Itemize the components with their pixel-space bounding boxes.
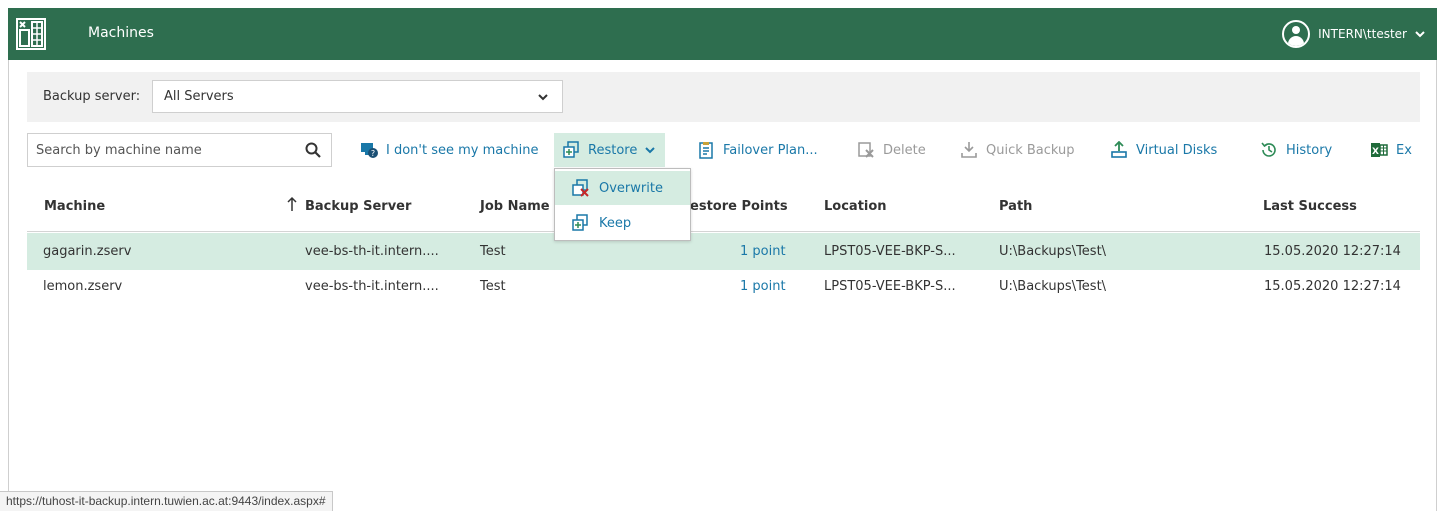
delete-button[interactable]: Delete (857, 133, 926, 167)
machine-help-icon: ? (361, 143, 378, 158)
cell-machine: lemon.zserv (43, 279, 123, 294)
failover-plan-button[interactable]: Failover Plan... (697, 133, 818, 167)
backup-server-label: Backup server: (43, 89, 141, 104)
cell-last-success: 15.05.2020 12:27:14 (1264, 244, 1401, 259)
page-title: Machines (88, 25, 154, 41)
chevron-down-icon (1415, 31, 1425, 38)
failover-plan-label: Failover Plan... (723, 142, 818, 158)
excel-icon: X (1371, 143, 1388, 157)
table-row[interactable]: lemon.zserv vee-bs-th-it.intern.... Test… (27, 268, 1420, 305)
dont-see-machine-label: I don't see my machine (386, 142, 539, 158)
restore-menu: Overwrite Keep (554, 168, 691, 241)
cell-machine: gagarin.zserv (43, 244, 132, 259)
cell-job-name: Test (480, 279, 506, 294)
cell-path: U:\Backups\Test\ (999, 279, 1107, 294)
virtual-disks-label: Virtual Disks (1136, 142, 1218, 158)
cell-path: U:\Backups\Test\ (999, 244, 1107, 259)
cell-location: LPST05-VEE-BKP-S... (824, 279, 956, 294)
cell-last-success: 15.05.2020 12:27:14 (1264, 279, 1401, 294)
column-header-path[interactable]: Path (999, 199, 1032, 214)
restore-menu-item-overwrite[interactable]: Overwrite (555, 171, 690, 205)
restore-button[interactable]: Restore (554, 133, 666, 167)
keep-icon (572, 214, 588, 231)
search-icon[interactable] (305, 142, 321, 158)
dont-see-machine-button[interactable]: ? I don't see my machine (360, 133, 538, 167)
cell-restore-points-link[interactable]: 1 point (740, 279, 786, 294)
backup-server-select[interactable]: All Servers (152, 80, 563, 113)
user-menu[interactable]: INTERN\ttester (1282, 20, 1425, 48)
quick-backup-label: Quick Backup (986, 142, 1075, 158)
chevron-down-icon (645, 147, 656, 154)
cell-job-name: Test (480, 244, 506, 259)
restore-menu-item-keep[interactable]: Keep (555, 206, 690, 240)
search-input[interactable] (28, 134, 298, 166)
overwrite-label: Overwrite (599, 180, 663, 196)
delete-label: Delete (883, 142, 926, 158)
column-header-restore-points[interactable]: Restore Points (680, 199, 788, 214)
svg-text:X: X (1372, 147, 1379, 157)
svg-text:?: ? (371, 149, 375, 158)
cell-backup-server: vee-bs-th-it.intern.... (305, 279, 439, 294)
search-box (27, 133, 332, 167)
chevron-down-icon (538, 94, 548, 101)
export-label: Ex (1396, 142, 1412, 158)
upload-icon (1111, 141, 1127, 158)
app-logo-icon (16, 18, 46, 50)
backup-server-value: All Servers (164, 89, 234, 104)
cell-backup-server: vee-bs-th-it.intern.... (305, 244, 439, 259)
virtual-disks-button[interactable]: Virtual Disks (1110, 133, 1217, 167)
app-header: Machines INTERN\ttester (8, 8, 1437, 60)
history-icon (1261, 142, 1276, 157)
column-header-job-name[interactable]: Job Name (480, 199, 550, 214)
browser-status-url: https://tuhost-it-backup.intern.tuwien.a… (0, 491, 333, 511)
column-header-last-success[interactable]: Last Success (1263, 199, 1357, 214)
restore-label: Restore (588, 142, 638, 158)
restore-icon (563, 141, 579, 158)
user-name: INTERN\ttester (1318, 27, 1407, 41)
download-icon (961, 142, 977, 158)
clipboard-icon (699, 142, 713, 159)
user-avatar-icon (1282, 20, 1311, 48)
export-button[interactable]: X Ex (1370, 133, 1420, 167)
quick-backup-button[interactable]: Quick Backup (960, 133, 1075, 167)
column-header-backup-server[interactable]: Backup Server (305, 199, 411, 214)
cell-location: LPST05-VEE-BKP-S... (824, 244, 956, 259)
delete-icon (858, 142, 874, 158)
cell-restore-points-link[interactable]: 1 point (740, 244, 786, 259)
keep-label: Keep (599, 215, 632, 231)
column-header-location[interactable]: Location (824, 199, 887, 214)
sort-ascending-icon[interactable] (286, 196, 298, 212)
column-header-machine[interactable]: Machine (44, 199, 105, 214)
history-button[interactable]: History (1260, 133, 1332, 167)
table-row[interactable]: gagarin.zserv vee-bs-th-it.intern.... Te… (27, 233, 1420, 270)
backup-server-bar: Backup server: All Servers (27, 72, 1420, 122)
overwrite-icon (572, 179, 589, 197)
history-label: History (1286, 142, 1333, 158)
table-header: Machine Backup Server Job Name Restore P… (27, 182, 1420, 232)
